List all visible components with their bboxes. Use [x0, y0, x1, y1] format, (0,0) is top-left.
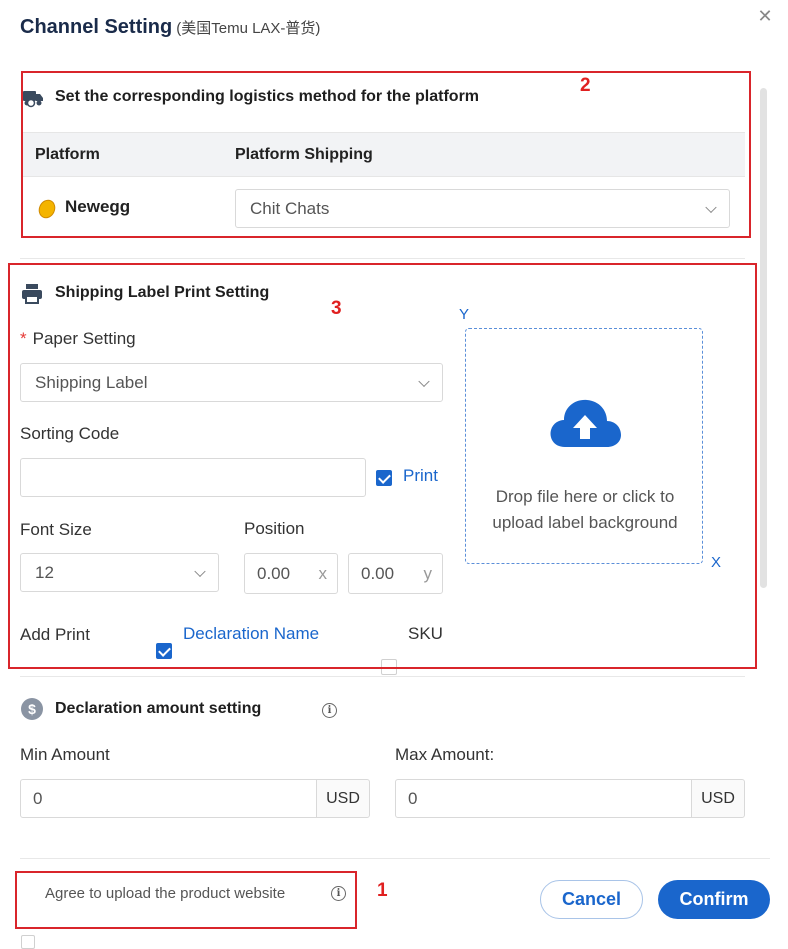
dollar-icon: $: [21, 698, 43, 720]
agree-checkbox[interactable]: [21, 935, 35, 949]
cancel-button[interactable]: Cancel: [540, 880, 643, 919]
max-currency-addon: USD: [691, 779, 745, 818]
dialog-title: Channel Setting (美国Temu LAX-普货): [20, 16, 320, 39]
min-amount-input[interactable]: 0: [20, 779, 317, 818]
info-icon[interactable]: i: [322, 703, 337, 718]
close-icon[interactable]: ✕: [755, 6, 775, 26]
min-amount-value: 0: [33, 788, 43, 808]
dialog-subtitle: (美国Temu LAX-普货): [176, 20, 321, 37]
divider: [20, 676, 745, 677]
scrollbar[interactable]: [760, 88, 767, 588]
min-currency-addon: USD: [316, 779, 370, 818]
confirm-button[interactable]: Confirm: [658, 880, 770, 919]
min-amount-label: Min Amount: [20, 745, 110, 764]
annotation-number-1: 1: [377, 880, 388, 901]
highlight-box-label-print: [8, 263, 757, 669]
dialog-title-text: Channel Setting: [20, 16, 173, 38]
highlight-box-logistics: [21, 71, 751, 238]
divider: [20, 258, 745, 259]
max-amount-value: 0: [408, 788, 418, 808]
max-amount-label: Max Amount:: [395, 745, 495, 764]
annotation-number-2: 2: [580, 75, 591, 96]
max-amount-input[interactable]: 0: [395, 779, 692, 818]
annotation-number-3: 3: [331, 298, 342, 319]
highlight-box-agree: [15, 871, 357, 929]
declaration-section-title: Declaration amount setting: [55, 700, 262, 717]
footer-divider: [20, 858, 770, 859]
